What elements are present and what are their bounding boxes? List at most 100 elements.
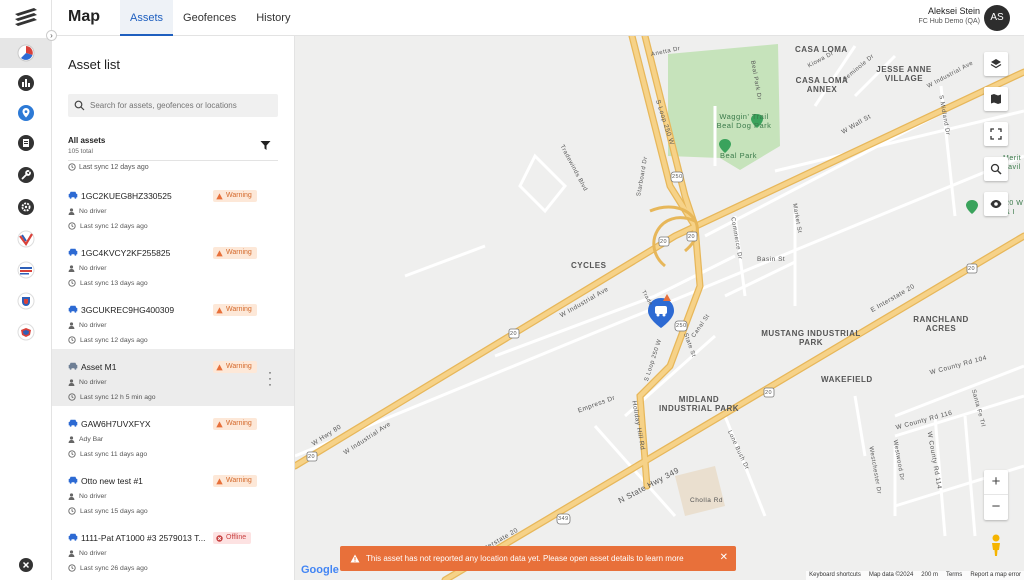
zoom-out-button[interactable]: −	[984, 495, 1008, 520]
status-text: Offline	[226, 534, 247, 541]
partial-row-sync: Last sync 12 days ago	[68, 163, 149, 171]
search-box	[68, 94, 278, 117]
rail-item-documents[interactable]	[0, 128, 52, 158]
asset-name: 3GCUKREC9HG400309	[81, 305, 175, 315]
map-label-dog-park: Waggin' Trail Beal Dog Park	[716, 112, 772, 130]
asset-name: 1GC2KUEG8HZ330525	[81, 191, 172, 201]
shield-20-e: 20	[308, 454, 316, 460]
asset-row[interactable]: Otto new test #1 Warning No driver Last syn…	[52, 463, 294, 520]
shield-20-a: 20	[968, 266, 976, 272]
clock-icon	[68, 163, 76, 171]
status-badge: Warning	[213, 361, 257, 373]
driver-line: No driver	[68, 208, 107, 215]
sync-text: Last sync 26 days ago	[80, 564, 148, 572]
shield-20-c: 20	[688, 234, 696, 240]
pegman-icon[interactable]	[986, 533, 1006, 557]
more-options-icon[interactable]: · · ·	[268, 366, 272, 390]
map-type-button[interactable]	[984, 87, 1008, 111]
fullscreen-button[interactable]	[984, 122, 1008, 146]
person-icon	[68, 436, 75, 443]
eye-icon	[990, 200, 1002, 208]
shield-20-d: 20	[510, 331, 518, 337]
sync-text: Last sync 12 days ago	[80, 222, 148, 230]
avatar[interactable]: AS	[984, 5, 1010, 31]
asset-row[interactable]: GAW6H7UVXFYX Warning Ady Bar Last sync 11 d…	[52, 406, 294, 463]
expand-rail-button[interactable]: ›	[46, 30, 57, 41]
person-icon	[68, 322, 75, 329]
asset-name: 1GC4KVCY2KF255825	[81, 248, 171, 258]
nav-rail: ›	[0, 0, 57, 580]
shield-20-b: 20	[660, 239, 668, 245]
sync-line: Last sync 12 days ago	[68, 336, 148, 344]
filter-icon[interactable]	[260, 140, 271, 151]
shield-250-b: 250	[676, 323, 687, 329]
driver-text: No driver	[79, 550, 107, 557]
shield-20-f: 20	[765, 390, 773, 396]
driver-text: No driver	[79, 208, 107, 215]
zoom-search-icon	[990, 163, 1002, 175]
zoom-search-button[interactable]	[984, 157, 1008, 181]
person-icon	[68, 265, 75, 272]
zoom-in-button[interactable]: +	[984, 470, 1008, 495]
rail-item-map[interactable]	[0, 38, 52, 68]
google-logo[interactable]: Google	[301, 564, 339, 576]
map-view[interactable]: CASA LOMA CASA LOMA ANNEX JESSE ANNE VIL…	[295, 36, 1024, 580]
sync-text: Last sync 11 days ago	[80, 450, 148, 458]
warning-icon	[216, 363, 223, 370]
driver-line: No driver	[68, 265, 107, 272]
rail-item-app-one[interactable]	[0, 224, 52, 254]
tab-history[interactable]: History	[246, 0, 300, 36]
driver-line: No driver	[68, 322, 107, 329]
divider	[68, 160, 278, 161]
app-one-logo-icon	[17, 230, 35, 248]
clock-icon	[68, 336, 76, 344]
report-error-link[interactable]: Report a map error	[970, 571, 1021, 580]
warning-toast: This asset has not reported any location…	[340, 546, 736, 571]
sync-text: Last sync 12 h 5 min ago	[80, 393, 156, 401]
keyboard-shortcuts-link[interactable]: Keyboard shortcuts	[809, 571, 861, 580]
asset-row[interactable]: 1GC2KUEG8HZ330525 Warning No driver Last sy…	[52, 178, 294, 235]
wrench-icon	[18, 167, 34, 183]
search-input[interactable]	[90, 94, 274, 117]
status-text: Warning	[226, 192, 252, 199]
layers-button[interactable]	[984, 52, 1008, 76]
sync-line: Last sync 11 days ago	[68, 450, 147, 458]
tab-geofences[interactable]: Geofences	[173, 0, 246, 36]
rail-item-app-two[interactable]	[0, 255, 52, 285]
close-circle-icon[interactable]	[18, 557, 34, 573]
map-label-basin: Basin St	[757, 256, 786, 263]
map-label-casa-loma: CASA LOMA	[795, 45, 848, 54]
asset-row[interactable]: 1GC4KVCY2KF255825 Warning No driver Last sy…	[52, 235, 294, 292]
sync-line: Last sync 15 days ago	[68, 507, 148, 515]
sync-text: Last sync 13 days ago	[80, 279, 148, 287]
status-text: Warning	[226, 420, 252, 427]
rail-item-locations[interactable]	[0, 98, 52, 128]
clock-icon	[68, 279, 76, 287]
zoom-control: + −	[984, 470, 1008, 520]
visibility-button[interactable]	[984, 192, 1008, 216]
driver-line: Ady Bar	[68, 436, 103, 443]
toast-message: This asset has not reported any location…	[366, 554, 684, 563]
bar-chart-icon	[18, 75, 34, 91]
clock-icon	[68, 393, 76, 401]
sync-line: Last sync 12 days ago	[68, 222, 148, 230]
scale-label[interactable]: 200 m	[921, 571, 938, 580]
asset-row[interactable]: Asset M1 Warning No driver Last sync 12 h 5…	[52, 349, 294, 406]
rail-item-reports[interactable]	[0, 68, 52, 98]
tab-assets[interactable]: Assets	[120, 0, 174, 36]
rail-item-maintenance[interactable]	[0, 160, 52, 190]
user-info: Aleksei Stein FC Hub Demo (QA)	[919, 6, 980, 25]
map-label-cholla: Cholla Rd	[690, 497, 724, 504]
map-label-jesse-anne: JESSE ANNE VILLAGE	[876, 65, 932, 83]
person-icon	[68, 379, 75, 386]
document-icon	[18, 135, 34, 151]
app-logo-icon[interactable]	[12, 6, 40, 28]
close-icon[interactable]: ✕	[720, 552, 728, 563]
asset-row[interactable]: 3GCUKREC9HG400309 Warning No driver Last sy…	[52, 292, 294, 349]
terms-link[interactable]: Terms	[946, 571, 962, 580]
rail-item-settings[interactable]	[0, 192, 52, 222]
rail-item-app-three[interactable]	[0, 286, 52, 316]
asset-row[interactable]: 1111-Pat AT1000 #3 2579013 T... Offline No…	[52, 520, 294, 577]
status-badge: Warning	[213, 418, 257, 430]
rail-item-app-four[interactable]	[0, 317, 52, 347]
